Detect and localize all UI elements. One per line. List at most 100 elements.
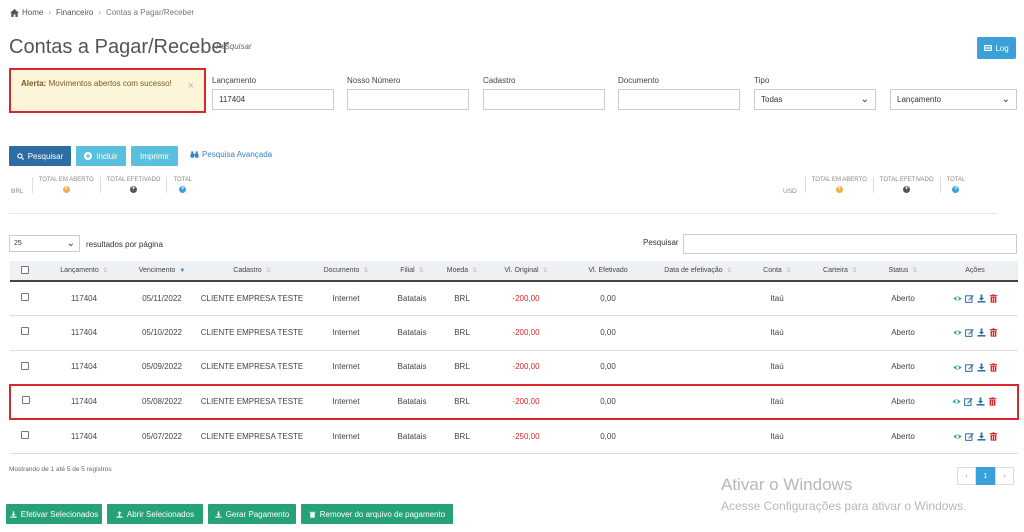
header-documento[interactable]: Documento ⇅ <box>308 261 384 282</box>
imprimir-button[interactable]: Imprimir <box>131 146 178 166</box>
remover-arquivo-pagamento-button[interactable]: Remover do arquivo de pagamento <box>301 504 453 524</box>
header-filial[interactable]: Filial ⇅ <box>384 261 440 282</box>
download-icon <box>10 510 17 518</box>
incluir-button[interactable]: Incluir <box>76 146 126 166</box>
total-usd: TOTAL + <box>939 177 972 193</box>
records-info: Mostrando de 1 até 5 de 5 registros <box>9 466 112 473</box>
per-page-select[interactable]: 25 ⌄ <box>9 235 80 252</box>
plus-circle-icon[interactable]: + <box>903 186 911 193</box>
download-icon[interactable] <box>977 294 986 303</box>
tipo-label: Tipo <box>754 76 770 85</box>
header-vl-original[interactable]: Vl. Original ⇅ <box>484 261 568 282</box>
edit-icon[interactable] <box>964 432 974 441</box>
edit-icon[interactable] <box>964 363 974 372</box>
header-moeda[interactable]: Moeda ⇅ <box>440 261 484 282</box>
close-icon[interactable]: × <box>188 79 194 93</box>
eye-icon[interactable] <box>952 328 962 337</box>
header-status[interactable]: Status ⇅ <box>874 261 932 282</box>
total-efetivado-brl: TOTAL EFETIVADO + <box>99 177 167 193</box>
plus-circle-icon[interactable]: + <box>179 186 187 193</box>
trash-icon[interactable] <box>989 432 998 441</box>
eye-icon[interactable] <box>952 294 962 303</box>
header-vencimento[interactable]: Vencimento ▼ <box>128 261 196 282</box>
cell-vl-original: -250,00 <box>484 419 568 454</box>
row-checkbox[interactable] <box>21 361 29 370</box>
trash-icon[interactable] <box>989 362 998 372</box>
download-icon[interactable] <box>976 397 985 406</box>
cell-status: Aberto <box>874 281 932 316</box>
header-vl-efetivado[interactable]: Vl. Efetivado <box>568 261 648 282</box>
trash-icon[interactable] <box>988 397 997 406</box>
nosso-numero-input[interactable] <box>347 89 469 110</box>
trash-icon[interactable] <box>989 294 998 303</box>
chevron-down-icon: ⌄ <box>66 238 75 249</box>
select-all-checkbox[interactable] <box>21 265 29 274</box>
header-lancamento[interactable]: Lançamento ⇅ <box>40 261 128 282</box>
cell-lancamento: 117404 <box>40 350 128 385</box>
eye-icon[interactable] <box>952 363 962 372</box>
row-checkbox[interactable] <box>21 293 29 301</box>
lancamento-label: Lançamento <box>212 76 257 85</box>
documento-input[interactable] <box>618 89 740 110</box>
abrir-selecionados-button[interactable]: Abrir Selecionados <box>107 504 203 524</box>
eye-icon[interactable] <box>952 432 962 441</box>
row-checkbox[interactable] <box>21 396 30 405</box>
page-1[interactable]: 1 <box>976 467 995 485</box>
eye-icon[interactable] <box>952 397 961 406</box>
plus-circle-icon <box>84 152 93 160</box>
cell-vl-efetivado: 0,00 <box>568 315 648 351</box>
row-checkbox[interactable] <box>21 327 29 336</box>
cell-acoes <box>932 315 1018 351</box>
cell-carteira <box>806 383 874 420</box>
select-all-header[interactable] <box>10 261 40 282</box>
tipo-select[interactable]: Todas ⌄ <box>754 89 876 110</box>
totals-currency-usd: USD <box>783 188 797 195</box>
breadcrumb-home[interactable]: Home <box>22 8 43 17</box>
plus-circle-icon[interactable]: + <box>952 186 960 193</box>
breadcrumb-financeiro[interactable]: Financeiro <box>56 8 93 17</box>
edit-icon[interactable] <box>964 294 974 303</box>
download-icon[interactable] <box>977 328 986 337</box>
download-icon[interactable] <box>977 362 986 372</box>
pesquisa-avancada-link[interactable]: Pesquisa Avançada <box>190 150 272 159</box>
edit-icon[interactable] <box>964 328 974 338</box>
cell-data-efetivacao <box>648 281 748 316</box>
home-icon[interactable] <box>10 8 19 17</box>
gerar-pagamento-button[interactable]: Gerar Pagamento <box>208 504 296 524</box>
header-cadastro[interactable]: Cadastro ⇅ <box>196 261 308 282</box>
plus-circle-icon[interactable]: + <box>835 186 843 193</box>
cell-carteira <box>806 419 874 454</box>
ordem-select[interactable]: Lançamento ⌄ <box>890 89 1017 110</box>
cell-moeda: BRL <box>440 383 484 420</box>
trash-icon[interactable] <box>989 328 998 337</box>
plus-circle-icon[interactable]: + <box>130 186 138 193</box>
page-title: Contas a Pagar/Receber <box>9 36 230 58</box>
chevron-down-icon: ⌄ <box>1001 94 1010 105</box>
efetivar-selecionados-button[interactable]: Efetivar Selecionados <box>6 504 102 524</box>
cell-vencimento: 05/10/2022 <box>128 315 196 351</box>
breadcrumb-current: Contas a Pagar/Receber <box>106 8 195 17</box>
page-next[interactable]: › <box>995 467 1014 485</box>
cell-filial: Batatais <box>384 315 440 351</box>
header-data-efetivacao[interactable]: Data de efetivação ⇅ <box>648 261 748 282</box>
header-carteira[interactable]: Carteira ⇅ <box>806 261 874 282</box>
table-search-input[interactable] <box>683 234 1017 254</box>
download-icon[interactable] <box>977 432 986 441</box>
list-icon <box>984 45 993 51</box>
cadastro-input[interactable] <box>483 89 605 110</box>
cell-data-efetivacao <box>648 315 748 351</box>
edit-icon[interactable] <box>964 397 973 407</box>
page-prev[interactable]: ‹ <box>957 467 976 485</box>
table-row: 117404 05/07/2022 CLIENTE EMPRESA TESTE … <box>10 419 1018 454</box>
contas-table: Lançamento ⇅ Vencimento ▼ Cadastro ⇅ Docume… <box>9 261 1019 454</box>
cell-data-efetivacao <box>648 419 748 454</box>
log-button[interactable]: Log <box>977 37 1016 59</box>
plus-circle-icon[interactable]: + <box>62 186 70 193</box>
row-checkbox[interactable] <box>21 431 29 439</box>
lancamento-input[interactable]: 117404 <box>212 89 334 110</box>
header-conta[interactable]: Conta ⇅ <box>748 261 806 282</box>
pesquisar-button[interactable]: Pesquisar <box>9 146 71 166</box>
cell-documento: Internet <box>308 281 384 316</box>
cell-cadastro: CLIENTE EMPRESA TESTE <box>196 419 308 454</box>
incluir-button-label: Incluir <box>96 151 118 161</box>
